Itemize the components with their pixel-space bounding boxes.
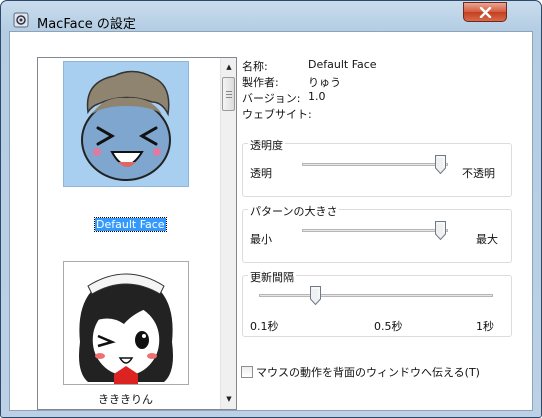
pattern-size-max-label: 最大 [476, 233, 498, 246]
name-label: 名称: [242, 60, 268, 73]
gear-icon [12, 11, 30, 29]
transparency-title: 透明度 [248, 137, 285, 153]
pattern-size-group: パターンの大きさ 最小 最大 [242, 203, 512, 263]
update-interval-min-label: 0.1秒 [250, 320, 279, 333]
list-item-default-face[interactable] [63, 61, 189, 187]
arrow-up-icon[interactable]: ▲ [221, 59, 236, 75]
default-face-image [81, 70, 171, 181]
website-label: ウェブサイト: [242, 108, 312, 121]
list-scrollbar[interactable]: ▲ ▼ [220, 58, 236, 409]
author-value: りゅう [308, 76, 341, 89]
pass-through-checkbox[interactable] [241, 366, 253, 378]
transparency-max-label: 不透明 [462, 167, 495, 180]
update-interval-group: 更新間隔 0.1秒 0.5秒 1秒 [242, 269, 512, 337]
pattern-size-min-label: 最小 [250, 233, 272, 246]
arrow-down-icon[interactable]: ▼ [221, 391, 236, 407]
pattern-size-slider-thumb[interactable] [435, 221, 447, 241]
pass-through-label: マウスの動作を背面のウィンドウへ伝える(T) [256, 366, 480, 379]
transparency-min-label: 透明 [250, 167, 272, 180]
pattern-size-slider[interactable] [302, 229, 448, 232]
settings-window: MacFace の設定 Default Face きききりん ▲ ▼ 名称: D… [0, 0, 542, 418]
update-interval-slider[interactable] [259, 294, 493, 297]
pattern-size-title: パターンの大きさ [248, 203, 340, 219]
update-interval-title: 更新間隔 [248, 269, 296, 285]
face-label-kikikirin[interactable]: きききりん [98, 391, 153, 407]
pass-through-option[interactable]: マウスの動作を背面のウィンドウへ伝える(T) [241, 364, 480, 380]
update-interval-slider-thumb[interactable] [309, 286, 321, 306]
update-interval-max-label: 1秒 [476, 320, 494, 333]
close-button[interactable] [463, 2, 507, 22]
kikikirin-face-image [79, 273, 173, 384]
transparency-group: 透明度 透明 不透明 [242, 137, 512, 197]
close-icon [479, 7, 492, 18]
dialog-body: Default Face きききりん ▲ ▼ 名称: Default Face … [9, 31, 533, 411]
version-value: 1.0 [308, 90, 326, 103]
list-item-kikikirin[interactable] [63, 261, 189, 385]
face-list[interactable]: Default Face きききりん ▲ ▼ [37, 57, 237, 410]
version-label: バージョン: [242, 92, 301, 105]
transparency-slider[interactable] [302, 163, 448, 166]
scrollbar-thumb[interactable] [222, 77, 235, 111]
window-title: MacFace の設定 [37, 17, 136, 32]
transparency-slider-thumb[interactable] [435, 155, 447, 175]
author-label: 製作者: [242, 76, 279, 89]
name-value: Default Face [308, 58, 377, 71]
face-label-default[interactable]: Default Face [94, 217, 167, 232]
update-interval-mid-label: 0.5秒 [374, 320, 403, 333]
